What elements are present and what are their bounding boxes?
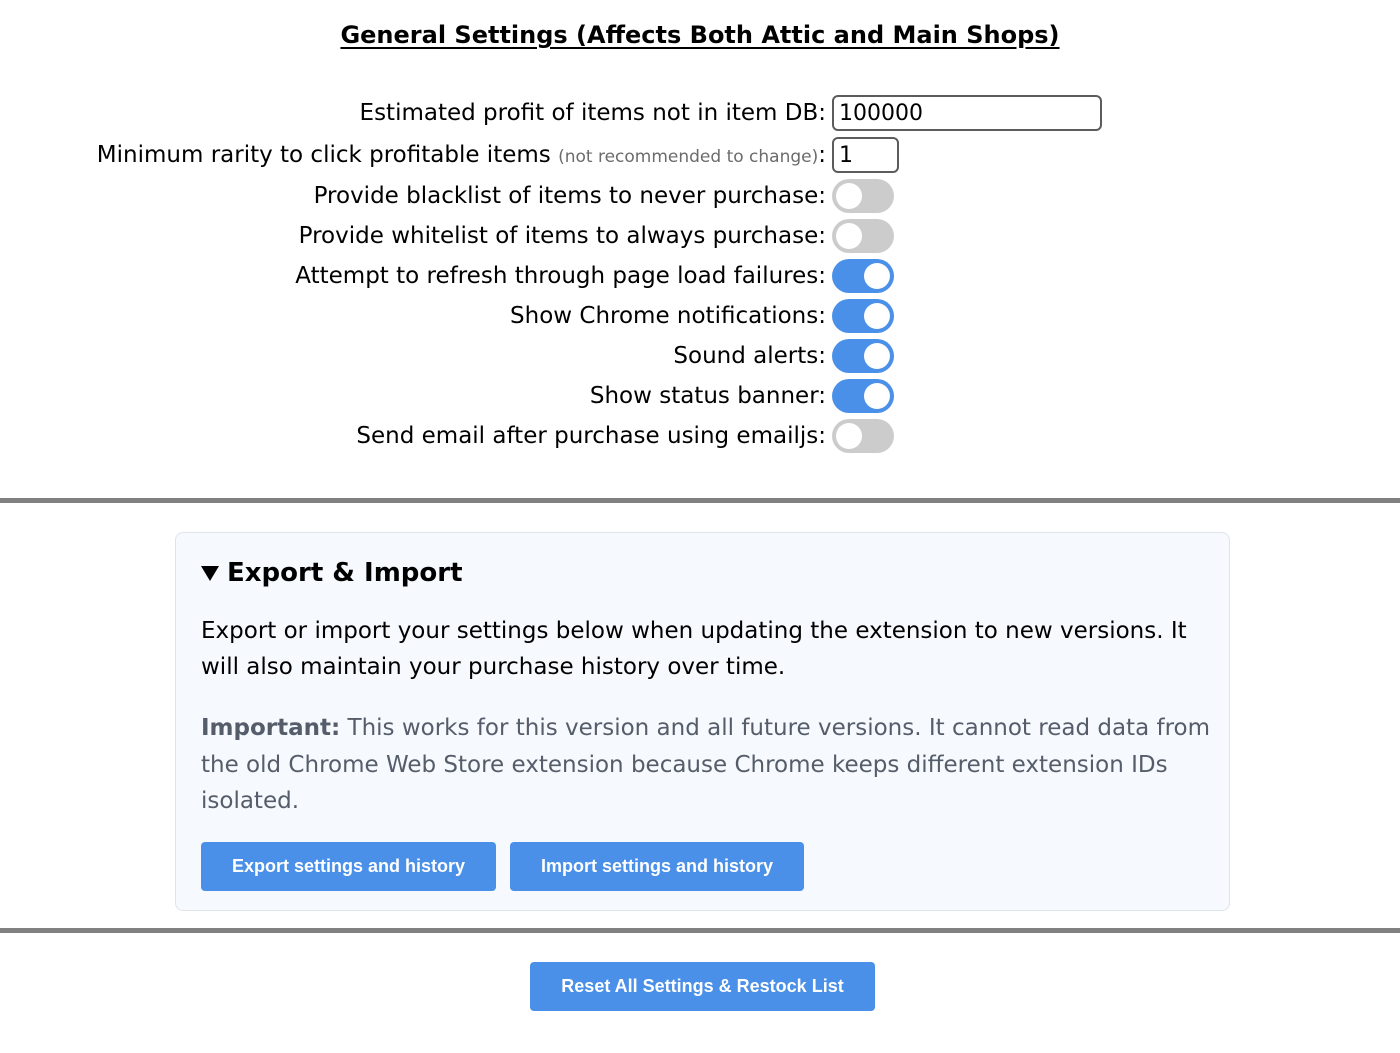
toggle-knob: [836, 223, 862, 249]
export-import-description: Export or import your settings below whe…: [201, 618, 1187, 680]
setting-control: [832, 256, 894, 296]
setting-label: Estimated profit of items not in item DB…: [359, 100, 826, 126]
toggle-knob: [836, 183, 862, 209]
setting-label: Show status banner:: [589, 383, 826, 409]
toggle-knob: [864, 383, 890, 409]
toggle-knob: [864, 343, 890, 369]
whitelist-toggle[interactable]: [832, 219, 894, 253]
blacklist-toggle[interactable]: [832, 179, 894, 213]
setting-control: [832, 376, 894, 416]
import-settings-button[interactable]: Import settings and history: [510, 842, 804, 891]
toggle-knob: [864, 303, 890, 329]
toggle-knob: [836, 423, 862, 449]
setting-control: [832, 93, 1102, 133]
setting-row-refresh-failures: Attempt to refresh through page load fai…: [0, 256, 1400, 296]
settings-page: General Settings (Affects Both Attic and…: [0, 0, 1400, 1053]
setting-row-email: Send email after purchase using emailjs:: [0, 416, 1400, 456]
setting-control: [832, 336, 894, 376]
export-import-summary[interactable]: Export & Import: [201, 555, 463, 591]
status-banner-toggle[interactable]: [832, 379, 894, 413]
export-settings-button[interactable]: Export settings and history: [201, 842, 496, 891]
note-label: Important:: [201, 715, 341, 741]
setting-control: [832, 416, 894, 456]
disclosure-triangle-icon: [201, 565, 219, 581]
setting-label: Minimum rarity to click profitable items…: [96, 142, 826, 168]
email-toggle[interactable]: [832, 419, 894, 453]
note-text: This works for this version and all futu…: [201, 715, 1211, 814]
setting-row-whitelist: Provide whitelist of items to always pur…: [0, 216, 1400, 256]
general-settings-title: General Settings (Affects Both Attic and…: [340, 21, 1060, 49]
export-import-panel: Export & Import Export or import your se…: [175, 532, 1230, 911]
setting-row-estimated-profit: Estimated profit of items not in item DB…: [0, 93, 1400, 133]
minimum-rarity-input[interactable]: [832, 137, 899, 173]
setting-label: Attempt to refresh through page load fai…: [295, 263, 826, 289]
refresh-failures-toggle[interactable]: [832, 259, 894, 293]
toggle-knob: [864, 263, 890, 289]
setting-label: Send email after purchase using emailjs:: [356, 423, 826, 449]
estimated-profit-input[interactable]: [832, 95, 1102, 131]
chrome-notifications-toggle[interactable]: [832, 299, 894, 333]
setting-row-blacklist: Provide blacklist of items to never purc…: [0, 176, 1400, 216]
export-import-heading: Export & Import: [227, 558, 463, 588]
export-import-note: Important: This works for this version a…: [201, 710, 1211, 820]
setting-control: [832, 296, 894, 336]
setting-label: Show Chrome notifications:: [510, 303, 826, 329]
setting-row-chrome-notifications: Show Chrome notifications:: [0, 296, 1400, 336]
setting-row-sound-alerts: Sound alerts:: [0, 336, 1400, 376]
divider: [0, 498, 1400, 503]
setting-control: [832, 176, 894, 216]
setting-row-minimum-rarity: Minimum rarity to click profitable items…: [0, 135, 1400, 175]
sound-alerts-toggle[interactable]: [832, 339, 894, 373]
setting-label: Provide whitelist of items to always pur…: [298, 223, 826, 249]
setting-row-status-banner: Show status banner:: [0, 376, 1400, 416]
setting-label: Provide blacklist of items to never purc…: [313, 183, 826, 209]
setting-label: Sound alerts:: [673, 343, 826, 369]
setting-control: [832, 216, 894, 256]
setting-control: [832, 135, 899, 175]
divider: [0, 928, 1400, 933]
setting-hint: (not recommended to change): [558, 147, 819, 167]
reset-all-button[interactable]: Reset All Settings & Restock List: [530, 962, 875, 1011]
